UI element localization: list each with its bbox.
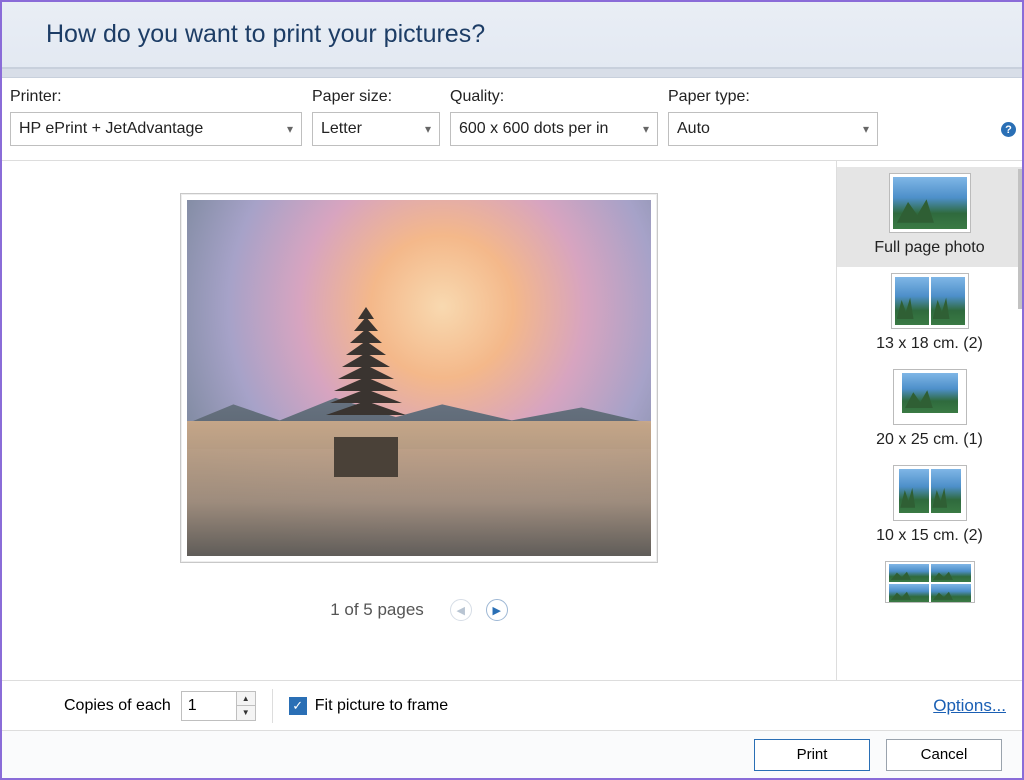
paper-type-select[interactable]: Auto ▾ — [668, 112, 878, 146]
printer-value: HP ePrint + JetAdvantage — [19, 120, 203, 138]
title-separator — [2, 68, 1022, 78]
paper-size-select[interactable]: Letter ▾ — [312, 112, 440, 146]
bottom-bar: Copies of each ▲ ▼ ✓ Fit picture to fram… — [2, 680, 1022, 730]
dialog-title: How do you want to print your pictures? — [46, 20, 485, 49]
chevron-down-icon: ▾ — [643, 122, 649, 136]
printer-select[interactable]: HP ePrint + JetAdvantage ▾ — [10, 112, 302, 146]
preview-pane: 1 of 5 pages ◀ ▶ — [2, 161, 836, 680]
layouts-pane[interactable]: Full page photo 13 x 18 cm. (2) 20 x 25 … — [836, 161, 1022, 680]
layout-label: Full page photo — [874, 239, 984, 257]
layout-20x25[interactable]: 20 x 25 cm. (1) — [837, 363, 1022, 459]
fit-to-frame-label: Fit picture to frame — [315, 697, 448, 715]
quality-select[interactable]: 600 x 600 dots per in ▾ — [450, 112, 658, 146]
paper-size-label: Paper size: — [312, 88, 440, 106]
copies-label: Copies of each — [64, 697, 171, 715]
copies-group: Copies of each ▲ ▼ — [64, 691, 256, 721]
layout-grid-4[interactable] — [837, 555, 1022, 609]
prev-page-button[interactable]: ◀ — [450, 599, 472, 621]
copies-increase-button[interactable]: ▲ — [237, 692, 255, 706]
fit-to-frame-group: ✓ Fit picture to frame — [289, 697, 448, 715]
layout-full-page[interactable]: Full page photo — [837, 167, 1022, 267]
quality-label: Quality: — [450, 88, 658, 106]
print-options-row: Printer: HP ePrint + JetAdvantage ▾ Pape… — [2, 78, 1022, 160]
chevron-down-icon: ▾ — [863, 122, 869, 136]
help-icon[interactable]: ? — [1001, 122, 1016, 137]
title-bar: How do you want to print your pictures? — [2, 2, 1022, 68]
paper-type-label: Paper type: — [668, 88, 878, 106]
layout-label: 10 x 15 cm. (2) — [876, 527, 983, 545]
cancel-button[interactable]: Cancel — [886, 739, 1002, 771]
layout-label: 13 x 18 cm. (2) — [876, 335, 983, 353]
print-button[interactable]: Print — [754, 739, 870, 771]
copies-decrease-button[interactable]: ▼ — [237, 705, 255, 720]
pager-text: 1 of 5 pages — [330, 600, 424, 620]
paper-size-value: Letter — [321, 120, 362, 138]
printer-label: Printer: — [10, 88, 302, 106]
options-link[interactable]: Options... — [933, 696, 1006, 716]
paper-type-value: Auto — [677, 120, 710, 138]
next-page-button[interactable]: ▶ — [486, 599, 508, 621]
chevron-down-icon: ▾ — [287, 122, 293, 136]
divider — [272, 689, 273, 723]
fit-to-frame-checkbox[interactable]: ✓ — [289, 697, 307, 715]
print-pictures-dialog: How do you want to print your pictures? … — [0, 0, 1024, 780]
layout-13x18[interactable]: 13 x 18 cm. (2) — [837, 267, 1022, 363]
copies-spinner[interactable]: ▲ ▼ — [181, 691, 256, 721]
layout-label: 20 x 25 cm. (1) — [876, 431, 983, 449]
chevron-down-icon: ▾ — [425, 122, 431, 136]
quality-value: 600 x 600 dots per in — [459, 120, 608, 138]
pager: 1 of 5 pages ◀ ▶ — [330, 599, 508, 621]
copies-input[interactable] — [182, 692, 236, 720]
preview-frame — [180, 193, 658, 563]
action-bar: Print Cancel — [2, 730, 1022, 778]
main-area: 1 of 5 pages ◀ ▶ Full page photo 13 x 18… — [2, 160, 1022, 680]
layout-10x15[interactable]: 10 x 15 cm. (2) — [837, 459, 1022, 555]
preview-image — [187, 200, 651, 556]
